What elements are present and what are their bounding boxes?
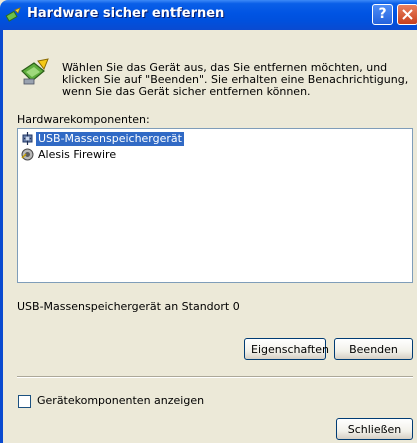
close-icon xyxy=(402,9,413,20)
components-label: Hardwarekomponenten: xyxy=(17,113,150,126)
safely-remove-hardware-icon xyxy=(21,58,49,85)
properties-button[interactable]: Eigenschaften xyxy=(244,338,329,360)
help-button[interactable]: ? xyxy=(372,4,393,25)
firewire-icon xyxy=(21,148,34,161)
stop-button[interactable]: Beenden xyxy=(334,338,413,360)
list-item-label: Alesis Firewire xyxy=(38,148,117,161)
hardware-components-list[interactable]: USB-Massenspeichergerät Alesis Firewire xyxy=(17,128,413,283)
safely-remove-hardware-icon xyxy=(5,7,21,22)
show-components-checkbox[interactable] xyxy=(18,395,31,408)
close-window-button[interactable] xyxy=(397,4,417,25)
device-location-text: USB-Massenspeichergerät an Standort 0 xyxy=(17,300,240,313)
window-border xyxy=(0,30,3,443)
divider xyxy=(17,376,413,378)
title-bar[interactable]: Hardware sicher entfernen ? xyxy=(0,0,417,30)
instruction-text: Wählen Sie das Gerät aus, das Sie entfer… xyxy=(62,61,409,98)
usb-icon xyxy=(22,132,33,145)
list-item-label: USB-Massenspeichergerät xyxy=(36,132,184,146)
close-button[interactable]: Schließen xyxy=(336,418,413,440)
window-title: Hardware sicher entfernen xyxy=(27,6,225,21)
show-components-label[interactable]: Gerätekomponenten anzeigen xyxy=(37,394,204,407)
